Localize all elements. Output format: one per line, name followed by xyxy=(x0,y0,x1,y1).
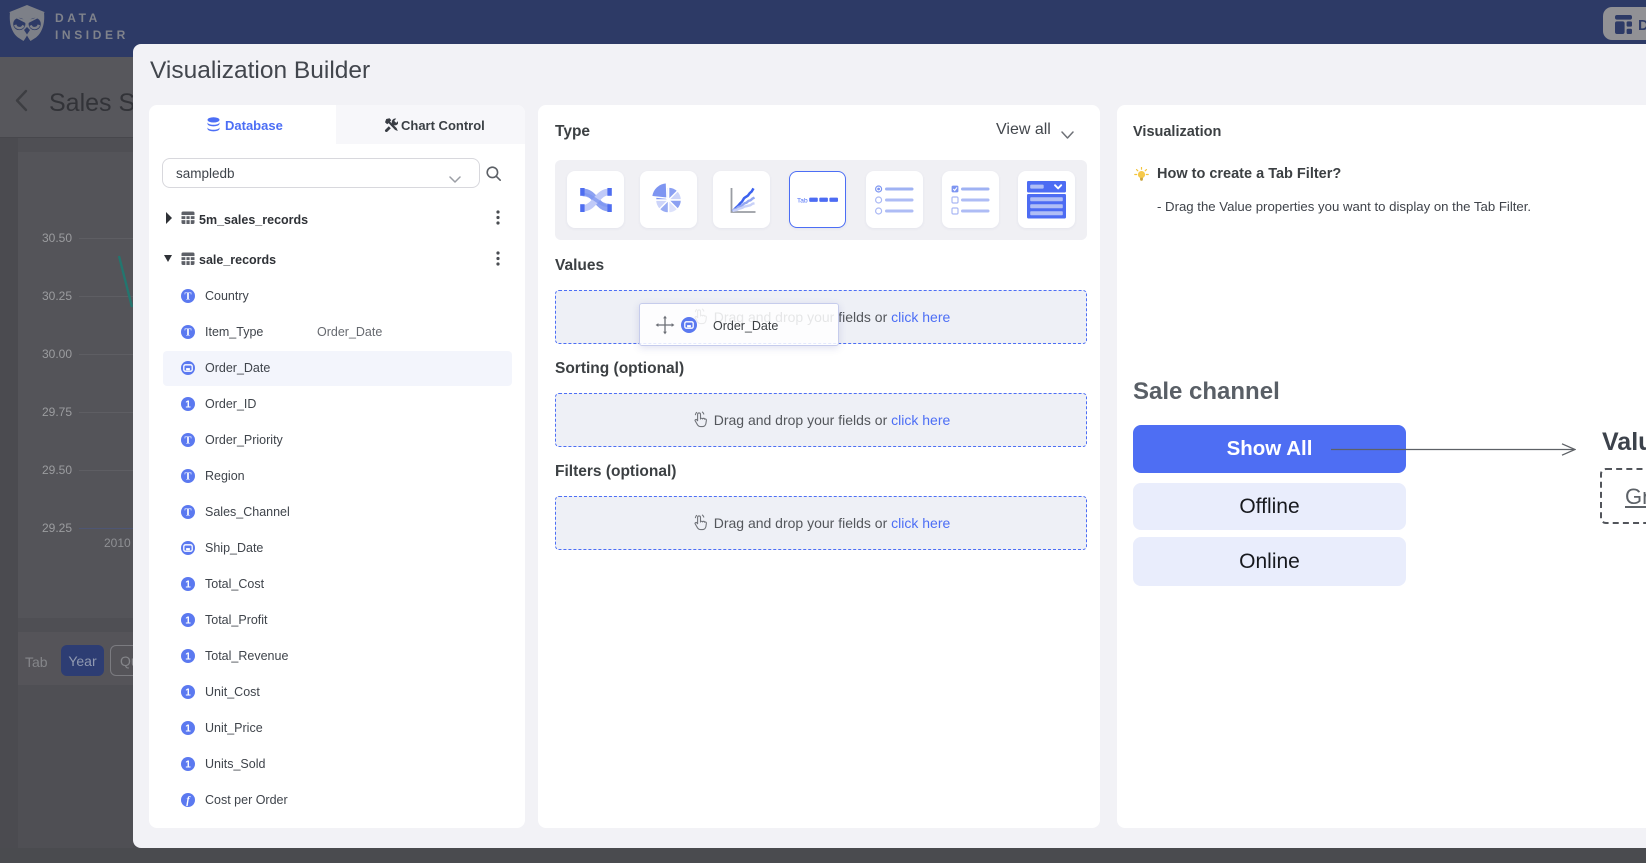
svg-text:1: 1 xyxy=(185,580,191,591)
svg-text:T: T xyxy=(184,328,191,339)
svg-text:T: T xyxy=(184,508,191,519)
svg-text:1: 1 xyxy=(185,400,191,411)
svg-text:1: 1 xyxy=(185,688,191,699)
svg-text:1: 1 xyxy=(185,760,191,771)
svg-text:1: 1 xyxy=(185,616,191,627)
svg-text:T: T xyxy=(184,292,191,303)
svg-text:Tab: Tab xyxy=(797,197,808,204)
svg-text:1: 1 xyxy=(185,724,191,735)
svg-text:T: T xyxy=(184,436,191,447)
svg-text:1: 1 xyxy=(185,652,191,663)
svg-text:T: T xyxy=(184,472,191,483)
